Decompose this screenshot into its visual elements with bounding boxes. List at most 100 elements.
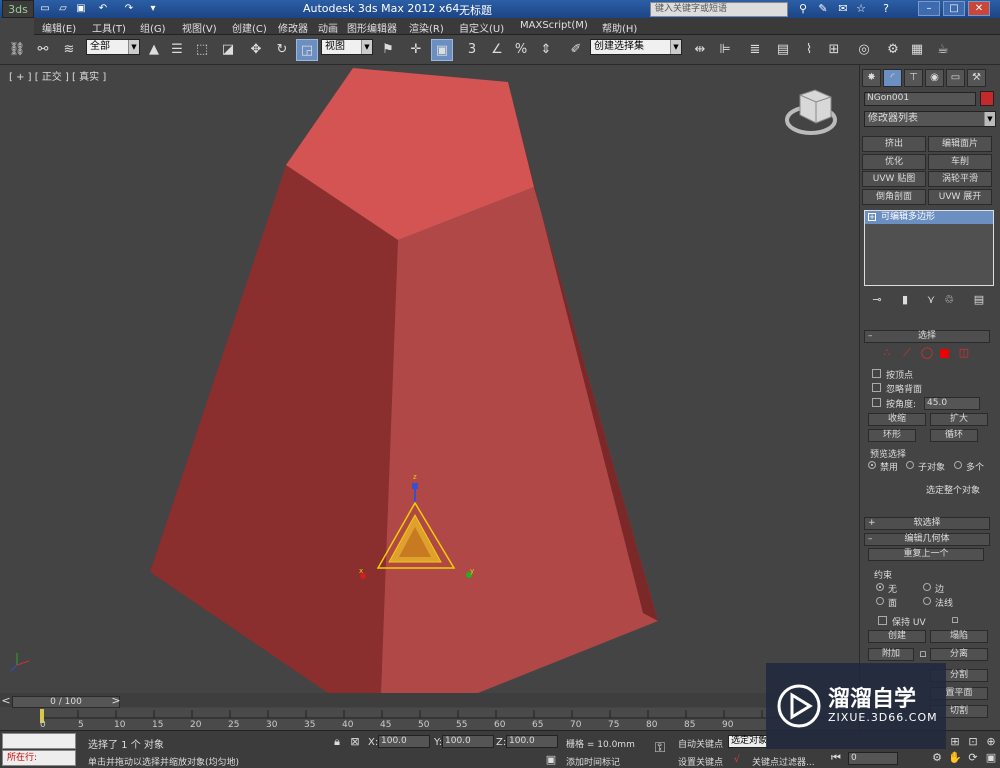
constraint-edge-radio[interactable] [923, 583, 931, 591]
favorites-star-icon[interactable]: ☆ [853, 2, 869, 16]
configure-sets-icon[interactable]: ▤ [970, 293, 988, 307]
selected-set-dropdown[interactable]: 选定对象 [728, 735, 768, 748]
new-file-icon[interactable]: ▭ [38, 2, 52, 16]
selection-lock-icon[interactable]: 🔒︎ [328, 735, 346, 749]
add-time-tag[interactable]: 添加时间标记 [566, 755, 620, 768]
help-icon[interactable]: ? [878, 2, 894, 16]
grow-button[interactable]: 扩大 [930, 413, 988, 426]
create-button[interactable]: 创建 [868, 630, 926, 643]
layer-manager-icon[interactable]: ≣ [744, 39, 766, 61]
pan-icon[interactable]: ✋ [946, 751, 964, 765]
edge-mode-icon[interactable]: ⟋ [898, 346, 916, 360]
motion-tab-icon[interactable]: ◉ [925, 69, 944, 87]
render-teapot-icon[interactable]: ☕ [932, 39, 954, 61]
maximize-button[interactable]: □ [943, 1, 965, 16]
lathe-button[interactable]: 车削 [928, 154, 992, 170]
soft-selection-rollout[interactable]: + 软选择 [864, 517, 990, 530]
menu-views[interactable]: 视图(V) [182, 20, 217, 35]
communication-icon[interactable]: ✉ [835, 2, 851, 16]
pin-stack-icon[interactable]: ⊸ [868, 293, 886, 307]
absolute-mode-icon[interactable]: ⊠ [346, 735, 364, 749]
menu-group[interactable]: 组(G) [140, 20, 166, 35]
schematic-view-icon[interactable]: ⊞ [823, 39, 845, 61]
curve-editor-icon[interactable]: ⌇ [798, 39, 820, 61]
set-key-button[interactable]: 设置关键点 [678, 755, 723, 768]
shrink-button[interactable]: 收缩 [868, 413, 926, 426]
menu-edit[interactable]: 编辑(E) [42, 20, 76, 35]
key-icon[interactable]: ⚿ [648, 741, 672, 755]
menu-animation[interactable]: 动画 [318, 20, 338, 35]
keyboard-shortcut-toggle-icon[interactable]: ▣ [431, 39, 453, 61]
angle-snap-icon[interactable]: ∠ [486, 39, 508, 61]
utilities-tab-icon[interactable]: ⚒ [967, 69, 986, 87]
attach-button[interactable]: 附加 [868, 648, 914, 661]
ref-coord-dropdown[interactable]: 视图 ▼ [321, 39, 373, 55]
x-coordinate-field[interactable]: 100.0 [378, 735, 430, 748]
object-color-swatch[interactable] [980, 91, 994, 106]
percent-snap-icon[interactable]: % [510, 39, 532, 61]
uvw-map-button[interactable]: UVW 贴图 [862, 171, 926, 187]
rendered-frame-icon[interactable]: ▦ [906, 39, 928, 61]
select-move-icon[interactable]: ✥ [245, 39, 267, 61]
named-selection-dropdown[interactable]: 创建选择集 ▼ [590, 39, 682, 55]
maximize-viewport-icon[interactable]: ▣ [982, 751, 1000, 765]
time-tag-icon[interactable]: ▣ [542, 753, 560, 767]
align-icon[interactable]: ⊫ [714, 39, 736, 61]
preserve-uv-settings-icon[interactable]: ▫ [946, 613, 964, 627]
mirror-icon[interactable]: ⇹ [689, 39, 711, 61]
modifier-stack[interactable]: + 可编辑多边形 [864, 210, 994, 286]
constraint-face-radio[interactable] [876, 597, 884, 605]
select-object-icon[interactable]: ▲ [143, 39, 165, 61]
create-tab-icon[interactable]: ✸ [862, 69, 881, 87]
menu-maxscript[interactable]: MAXScript(M) [520, 20, 588, 31]
optimize-button[interactable]: 优化 [862, 154, 926, 170]
undo-icon[interactable]: ↶ [96, 2, 110, 16]
ignore-backfacing-checkbox[interactable] [872, 383, 881, 392]
zoom-extents-icon[interactable]: ⊞ [946, 735, 964, 749]
menu-graph-editors[interactable]: 图形编辑器 [347, 20, 397, 35]
stack-item-editable-poly[interactable]: + 可编辑多边形 [865, 211, 993, 224]
select-scale-icon[interactable]: ◲ [296, 39, 318, 61]
menu-customize[interactable]: 自定义(U) [459, 20, 504, 35]
show-end-result-icon[interactable]: ▮ [896, 293, 914, 307]
app-logo-icon[interactable]: 3ds [2, 0, 34, 18]
subscription-icon[interactable]: ✎ [815, 2, 831, 16]
preview-off-radio[interactable] [868, 461, 876, 469]
by-angle-checkbox[interactable] [872, 398, 881, 407]
selection-rollout[interactable]: – 选择 [864, 330, 990, 343]
selection-filter-dropdown[interactable]: 全部 ▼ [86, 39, 140, 55]
vertex-mode-icon[interactable]: ∴ [878, 346, 896, 360]
link-icon[interactable]: ⛓ [6, 39, 28, 61]
quick-access-dropdown-icon[interactable]: ▾ [146, 2, 160, 16]
search-input[interactable]: 键入关键字或短语 [650, 2, 788, 17]
edit-geometry-rollout[interactable]: – 编辑几何体 [864, 533, 990, 546]
save-file-icon[interactable]: ▣ [74, 2, 88, 16]
zoom-region-icon[interactable]: ⊕ [982, 735, 1000, 749]
rect-selection-icon[interactable]: ⬚ [191, 39, 213, 61]
maxscript-listener[interactable] [2, 733, 76, 749]
preview-subobj-radio[interactable] [906, 461, 914, 469]
loop-button[interactable]: 循环 [930, 429, 978, 442]
repeat-last-button[interactable]: 重复上一个 [868, 548, 984, 561]
menu-rendering[interactable]: 渲染(R) [409, 20, 444, 35]
preserve-uv-checkbox[interactable] [878, 616, 887, 625]
menu-modifiers[interactable]: 修改器 [278, 20, 308, 35]
preview-multi-radio[interactable] [954, 461, 962, 469]
remove-modifier-icon[interactable]: ♲ [940, 293, 958, 307]
minimize-button[interactable]: – [918, 1, 940, 16]
object-name-field[interactable]: NGon001 [864, 92, 976, 106]
constraint-normal-radio[interactable] [923, 597, 931, 605]
select-rotate-icon[interactable]: ↻ [271, 39, 293, 61]
zoom-extents-all-icon[interactable]: ⊡ [964, 735, 982, 749]
modify-tab-icon[interactable]: ◜ [883, 69, 902, 87]
detach-button[interactable]: 分离 [930, 648, 988, 661]
perspective-viewport[interactable]: [ + ] [ 正交 ] [ 真实 ] x y z [3, 65, 856, 693]
pivot-center-icon[interactable]: ⚑ [377, 39, 399, 61]
goto-start-icon[interactable]: ⏮ [827, 751, 845, 765]
constraint-none-radio[interactable] [876, 583, 884, 591]
redo-icon[interactable]: ↷ [122, 2, 136, 16]
render-setup-icon[interactable]: ⚙ [882, 39, 904, 61]
auto-key-button[interactable]: 自动关键点 [678, 737, 723, 750]
time-slider[interactable]: 0 / 100 [12, 696, 120, 708]
time-prev-icon[interactable]: < [0, 694, 12, 708]
